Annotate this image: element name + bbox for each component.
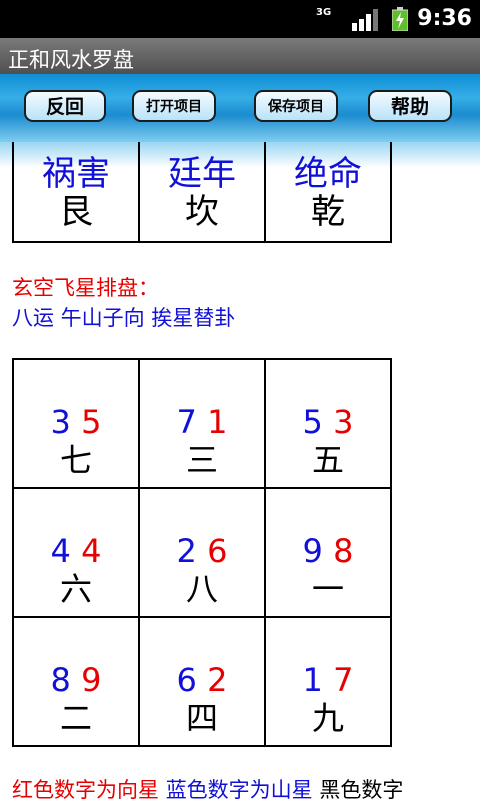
mountain-star: 4 xyxy=(50,532,71,570)
open-project-button[interactable]: 打开项目 xyxy=(132,90,216,122)
toolbar: 反回 打开项目 保存项目 帮助 xyxy=(0,74,480,142)
battery-charging-icon xyxy=(392,7,408,31)
palace-name: 绝命 xyxy=(294,154,362,194)
signal-strength-icon xyxy=(352,9,378,31)
palace-cell: 廷年 坎 xyxy=(138,142,266,243)
time-star: 一 xyxy=(311,570,344,608)
facing-star: 3 xyxy=(333,403,354,441)
palace-name: 祸害 xyxy=(42,154,110,194)
mountain-star: 8 xyxy=(50,661,71,699)
star-cell: 8 9 二 xyxy=(12,616,140,747)
time-star: 四 xyxy=(185,699,218,737)
legend-black-note: 黑色数字 xyxy=(319,778,404,802)
star-cell: 1 7 九 xyxy=(264,616,392,747)
status-bar: 3G 9:36 xyxy=(0,0,480,38)
facing-star: 8 xyxy=(333,532,354,570)
facing-star: 7 xyxy=(333,661,354,699)
time-star: 八 xyxy=(185,570,218,608)
time-star: 五 xyxy=(311,441,344,479)
mountain-star: 3 xyxy=(50,403,71,441)
facing-star: 2 xyxy=(207,661,228,699)
app-title: 正和风水罗盘 xyxy=(8,48,134,72)
star-cell: 3 5 七 xyxy=(12,358,140,489)
network-type-icon: 3G xyxy=(316,7,332,18)
time-star: 九 xyxy=(311,699,344,737)
legend-blue-note: 蓝色数字为山星 xyxy=(165,778,313,802)
facing-star: 1 xyxy=(207,403,228,441)
time-star: 二 xyxy=(59,699,92,737)
star-cell: 7 1 三 xyxy=(138,358,266,489)
mountain-star: 7 xyxy=(176,403,197,441)
palace-cell: 祸害 艮 xyxy=(12,142,140,243)
facing-star: 4 xyxy=(81,532,102,570)
chart-heading: 玄空飞星排盘： xyxy=(12,276,159,300)
palace-name: 廷年 xyxy=(168,154,236,194)
mountain-star: 6 xyxy=(176,661,197,699)
time-star: 七 xyxy=(59,441,92,479)
back-button[interactable]: 反回 xyxy=(24,90,106,122)
help-button[interactable]: 帮助 xyxy=(368,90,452,122)
legend-red-note: 红色数字为向星 xyxy=(12,778,159,802)
star-cell: 6 2 四 xyxy=(138,616,266,747)
star-cell: 9 8 一 xyxy=(264,487,392,618)
save-project-button[interactable]: 保存项目 xyxy=(254,90,338,122)
palace-trigram: 艮 xyxy=(59,192,93,232)
palace-trigram: 坎 xyxy=(185,192,219,232)
palace-grid: 祸害 艮 廷年 坎 绝命 乾 xyxy=(12,142,392,243)
mountain-star: 9 xyxy=(302,532,323,570)
facing-star: 9 xyxy=(81,661,102,699)
title-bar: 正和风水罗盘 xyxy=(0,38,480,74)
facing-star: 5 xyxy=(81,403,102,441)
time-star: 六 xyxy=(59,570,92,608)
facing-star: 6 xyxy=(207,532,228,570)
star-cell: 4 4 六 xyxy=(12,487,140,618)
flying-star-grid: 3 5 七 7 1 三 5 3 五 4 4 六 2 6 八 9 8 一 8 9 … xyxy=(12,358,392,747)
mountain-star: 5 xyxy=(302,403,323,441)
star-cell: 5 3 五 xyxy=(264,358,392,489)
chart-subheading: 八运 午山子向 挨星替卦 xyxy=(12,306,236,330)
mountain-star: 2 xyxy=(176,532,197,570)
mountain-star: 1 xyxy=(302,661,323,699)
palace-trigram: 乾 xyxy=(311,192,345,232)
palace-cell: 绝命 乾 xyxy=(264,142,392,243)
star-cell: 2 6 八 xyxy=(138,487,266,618)
time-star: 三 xyxy=(185,441,218,479)
status-time: 9:36 xyxy=(417,6,472,31)
